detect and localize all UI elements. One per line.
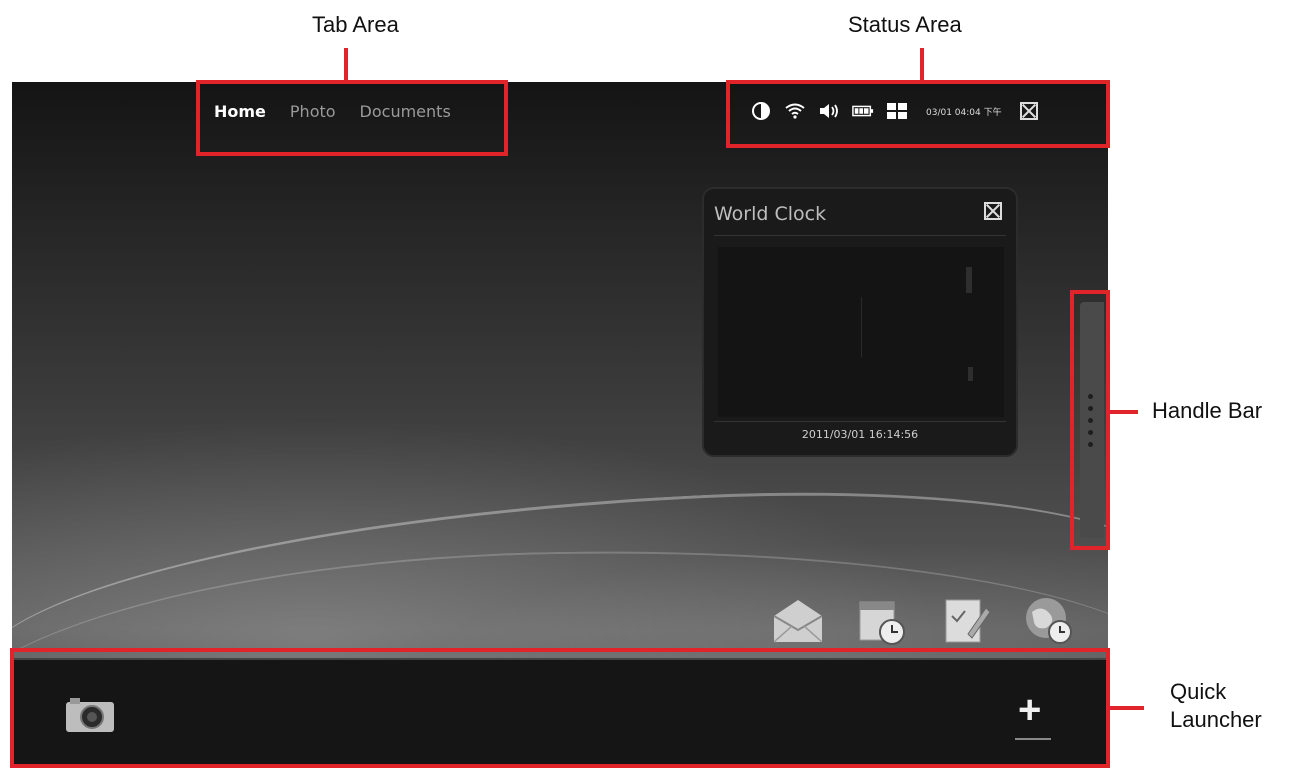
tab-photo[interactable]: Photo [290,102,336,121]
world-clock-time: 2011/03/01 16:14:56 [801,428,919,441]
handle-dot [1088,418,1093,423]
world-clock-title: World Clock [714,203,827,225]
callout-quick-launcher: Quick Launcher [1170,678,1262,734]
status-area-connector [920,48,924,80]
callout-handle-bar: Handle Bar [1152,398,1263,423]
widget-divider-bottom [714,421,1006,422]
handle-dot [1088,442,1093,447]
callout-quick-line2: Launcher [1170,707,1262,732]
volume-icon[interactable] [818,100,840,122]
world-clock-icon[interactable] [1022,594,1078,646]
close-icon[interactable] [1019,102,1038,120]
world-map [718,247,1004,417]
handle-dot [1088,430,1093,435]
tab-area: Home Photo Documents [214,102,451,121]
battery-icon[interactable] [852,100,874,122]
quick-launcher: + [12,658,1108,766]
tablet-screen: Home Photo Documents 03/01 04:04 下午 Worl… [12,82,1108,766]
grid-icon[interactable] [886,100,908,122]
add-launcher-button[interactable]: + [1018,690,1041,730]
tab-documents[interactable]: Documents [360,102,451,121]
notes-icon[interactable] [938,594,994,646]
quick-launcher-connector [1110,706,1144,710]
callout-status-area: Status Area [848,12,962,37]
add-underline [1015,738,1051,740]
status-area: 03/01 04:04 下午 [750,100,1038,122]
handle-dot [1088,394,1093,399]
desktop-app-icons [770,594,1078,646]
camera-icon[interactable] [64,694,116,734]
status-datetime: 03/01 04:04 下午 [926,107,1002,118]
callout-tab-area: Tab Area [312,12,399,37]
tab-area-connector [344,48,348,80]
handle-bar-connector [1110,410,1138,414]
world-clock-widget[interactable]: World Clock 2011/03/01 16:14:56 [702,187,1018,457]
widget-divider-top [714,235,1006,236]
widget-close-icon[interactable] [984,202,1002,220]
tab-home[interactable]: Home [214,102,266,121]
mail-icon[interactable] [770,594,826,646]
wifi-icon[interactable] [784,100,806,122]
calendar-clock-icon[interactable] [854,594,910,646]
handle-bar[interactable] [1080,302,1104,538]
callout-quick-line1: Quick [1170,679,1227,704]
handle-dot [1088,406,1093,411]
contrast-icon[interactable] [750,100,772,122]
